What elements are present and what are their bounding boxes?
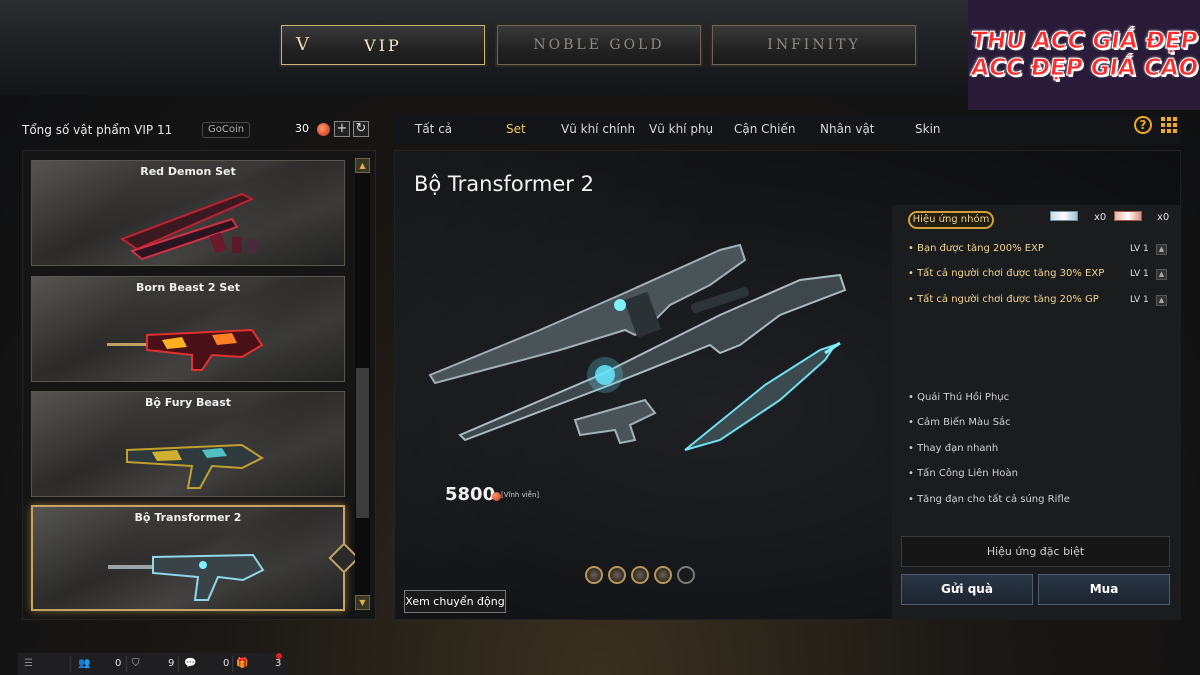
- clan-count: 9: [168, 658, 175, 669]
- weapon-image: [126, 443, 265, 489]
- set-piece-count-a: x0: [1094, 212, 1107, 223]
- grid-view-icon[interactable]: [1160, 116, 1177, 133]
- set-part-dot-3[interactable]: [631, 566, 649, 584]
- feature-item: • Tấn Công Liên Hoàn: [908, 468, 1018, 479]
- category-tabs: Tất cả Set Vũ khí chính Vũ khí phụ Cận C…: [394, 116, 1181, 144]
- tab-noble-gold[interactable]: NOBLE GOLD: [495, 23, 703, 67]
- bonus-line: • Bạn được tăng 200% EXP: [908, 243, 1044, 254]
- bonus-line: • Tất cả người chơi được tăng 20% GP: [908, 294, 1099, 305]
- weapon-image: [108, 553, 265, 601]
- item-card-name: Bộ Fury Beast: [144, 396, 232, 409]
- item-price: 5800: [445, 484, 496, 505]
- coin-count: 30: [295, 122, 309, 135]
- gift-count: 3: [275, 658, 282, 669]
- set-piece-icon-b: [1114, 211, 1142, 221]
- vip-item-count-label: Tổng số vật phẩm VIP 11: [22, 123, 173, 137]
- set-part-dot-1[interactable]: [585, 566, 603, 584]
- coin-icon: [317, 123, 330, 136]
- friends-icon[interactable]: 👥: [78, 658, 90, 669]
- promo-line-2: ACC ĐẸP GIÁ CAO: [968, 55, 1200, 82]
- set-part-dot-2[interactable]: [608, 566, 626, 584]
- divider: [232, 656, 233, 672]
- tab-noble-gold-label: NOBLE GOLD: [533, 37, 665, 53]
- item-card-name: Red Demon Set: [140, 165, 236, 178]
- buy-button[interactable]: Mua: [1038, 574, 1170, 605]
- set-piece-count-b: x0: [1157, 212, 1170, 223]
- set-piece-icon-a: [1050, 211, 1078, 221]
- bonus-level: LV 1: [1130, 295, 1149, 305]
- tab-character[interactable]: Nhân vật: [820, 122, 875, 136]
- scroll-down-icon[interactable]: ▼: [355, 595, 370, 610]
- special-effect-button[interactable]: Hiệu ứng đặc biệt: [901, 536, 1170, 567]
- item-card-red-demon[interactable]: Red Demon Set: [31, 160, 345, 266]
- tab-infinity-label: INFINITY: [767, 37, 861, 53]
- view-motion-button[interactable]: Xem chuyển động: [404, 590, 506, 613]
- scroll-thumb[interactable]: [356, 368, 369, 518]
- weapon-image: [119, 192, 257, 261]
- chat-count: 0: [223, 658, 230, 669]
- tab-vip[interactable]: V VIP: [279, 23, 487, 67]
- tab-all[interactable]: Tất cả: [415, 122, 452, 136]
- tab-melee[interactable]: Cận Chiến: [734, 122, 795, 136]
- promo-banner: THU ACC GIÁ ĐẸP ACC ĐẸP GIÁ CAO: [968, 0, 1200, 110]
- left-panel-header: Tổng số vật phẩm VIP 11 GoCoin 30 + ↻: [22, 116, 376, 144]
- scroll-up-icon[interactable]: ▲: [355, 158, 370, 173]
- tab-secondary-weapon[interactable]: Vũ khí phụ: [649, 122, 713, 136]
- bonus-line: • Tất cả người chơi được tăng 30% EXP: [908, 268, 1105, 279]
- clan-shield-icon[interactable]: ⛉: [132, 658, 140, 669]
- item-card-name: Bộ Transformer 2: [134, 511, 242, 524]
- refresh-button[interactable]: ↻: [353, 121, 369, 137]
- friends-count: 0: [115, 658, 122, 669]
- item-list-scrollbar[interactable]: ▲ ▼: [355, 158, 370, 610]
- price-duration: [Vĩnh viễn]: [501, 491, 540, 499]
- add-coin-button[interactable]: +: [334, 121, 350, 137]
- set-part-dot-4[interactable]: [654, 566, 672, 584]
- group-effect-badge: Hiệu ứng nhóm: [908, 211, 994, 229]
- item-card-fury-beast[interactable]: Bộ Fury Beast: [31, 391, 345, 497]
- feature-item: • Thay đạn nhanh: [908, 443, 999, 454]
- bonus-level: LV 1: [1130, 269, 1149, 279]
- weapon-image: [107, 328, 264, 371]
- weapon-set-preview: [428, 243, 847, 451]
- item-card-born-beast[interactable]: Born Beast 2 Set: [31, 276, 345, 382]
- item-title: Bộ Transformer 2: [414, 172, 594, 196]
- tab-infinity[interactable]: INFINITY: [710, 23, 918, 67]
- level-up-icon[interactable]: ▲: [1156, 244, 1167, 255]
- bottom-status-bar: ☰ 👥 0 ⛉ 9 💬 0 🎁 3: [18, 653, 288, 675]
- level-up-icon[interactable]: ▲: [1156, 295, 1167, 306]
- divider: [178, 656, 179, 672]
- gift-box-icon[interactable]: 🎁: [236, 658, 248, 669]
- menu-list-icon[interactable]: ☰: [24, 658, 33, 669]
- feature-item: • Quái Thú Hồi Phục: [908, 392, 1010, 403]
- bonus-level: LV 1: [1130, 244, 1149, 254]
- help-icon[interactable]: ?: [1134, 116, 1152, 134]
- divider: [70, 656, 71, 672]
- divider: [126, 656, 127, 672]
- item-card-transformer-2[interactable]: Bộ Transformer 2: [31, 505, 360, 611]
- feature-item: • Cảm Biến Màu Sắc: [908, 417, 1011, 428]
- set-part-dot-5[interactable]: [677, 566, 695, 584]
- promo-line-1: THU ACC GIÁ ĐẸP: [969, 28, 1200, 55]
- send-gift-button[interactable]: Gửi quà: [901, 574, 1033, 605]
- tab-skin[interactable]: Skin: [915, 122, 941, 136]
- gocoin-badge[interactable]: GoCoin: [202, 122, 251, 138]
- vip-mark-icon: V: [296, 34, 312, 55]
- tab-set[interactable]: Set: [506, 122, 526, 136]
- chat-icon[interactable]: 💬: [184, 658, 196, 669]
- tab-primary-weapon[interactable]: Vũ khí chính: [561, 122, 635, 136]
- item-card-name: Born Beast 2 Set: [135, 281, 241, 294]
- tab-vip-label: VIP: [364, 35, 402, 55]
- price-coin-icon: [492, 492, 501, 501]
- level-up-icon[interactable]: ▲: [1156, 269, 1167, 280]
- feature-item: • Tăng đạn cho tất cả súng Rifle: [908, 494, 1070, 505]
- set-part-selector: [585, 566, 695, 584]
